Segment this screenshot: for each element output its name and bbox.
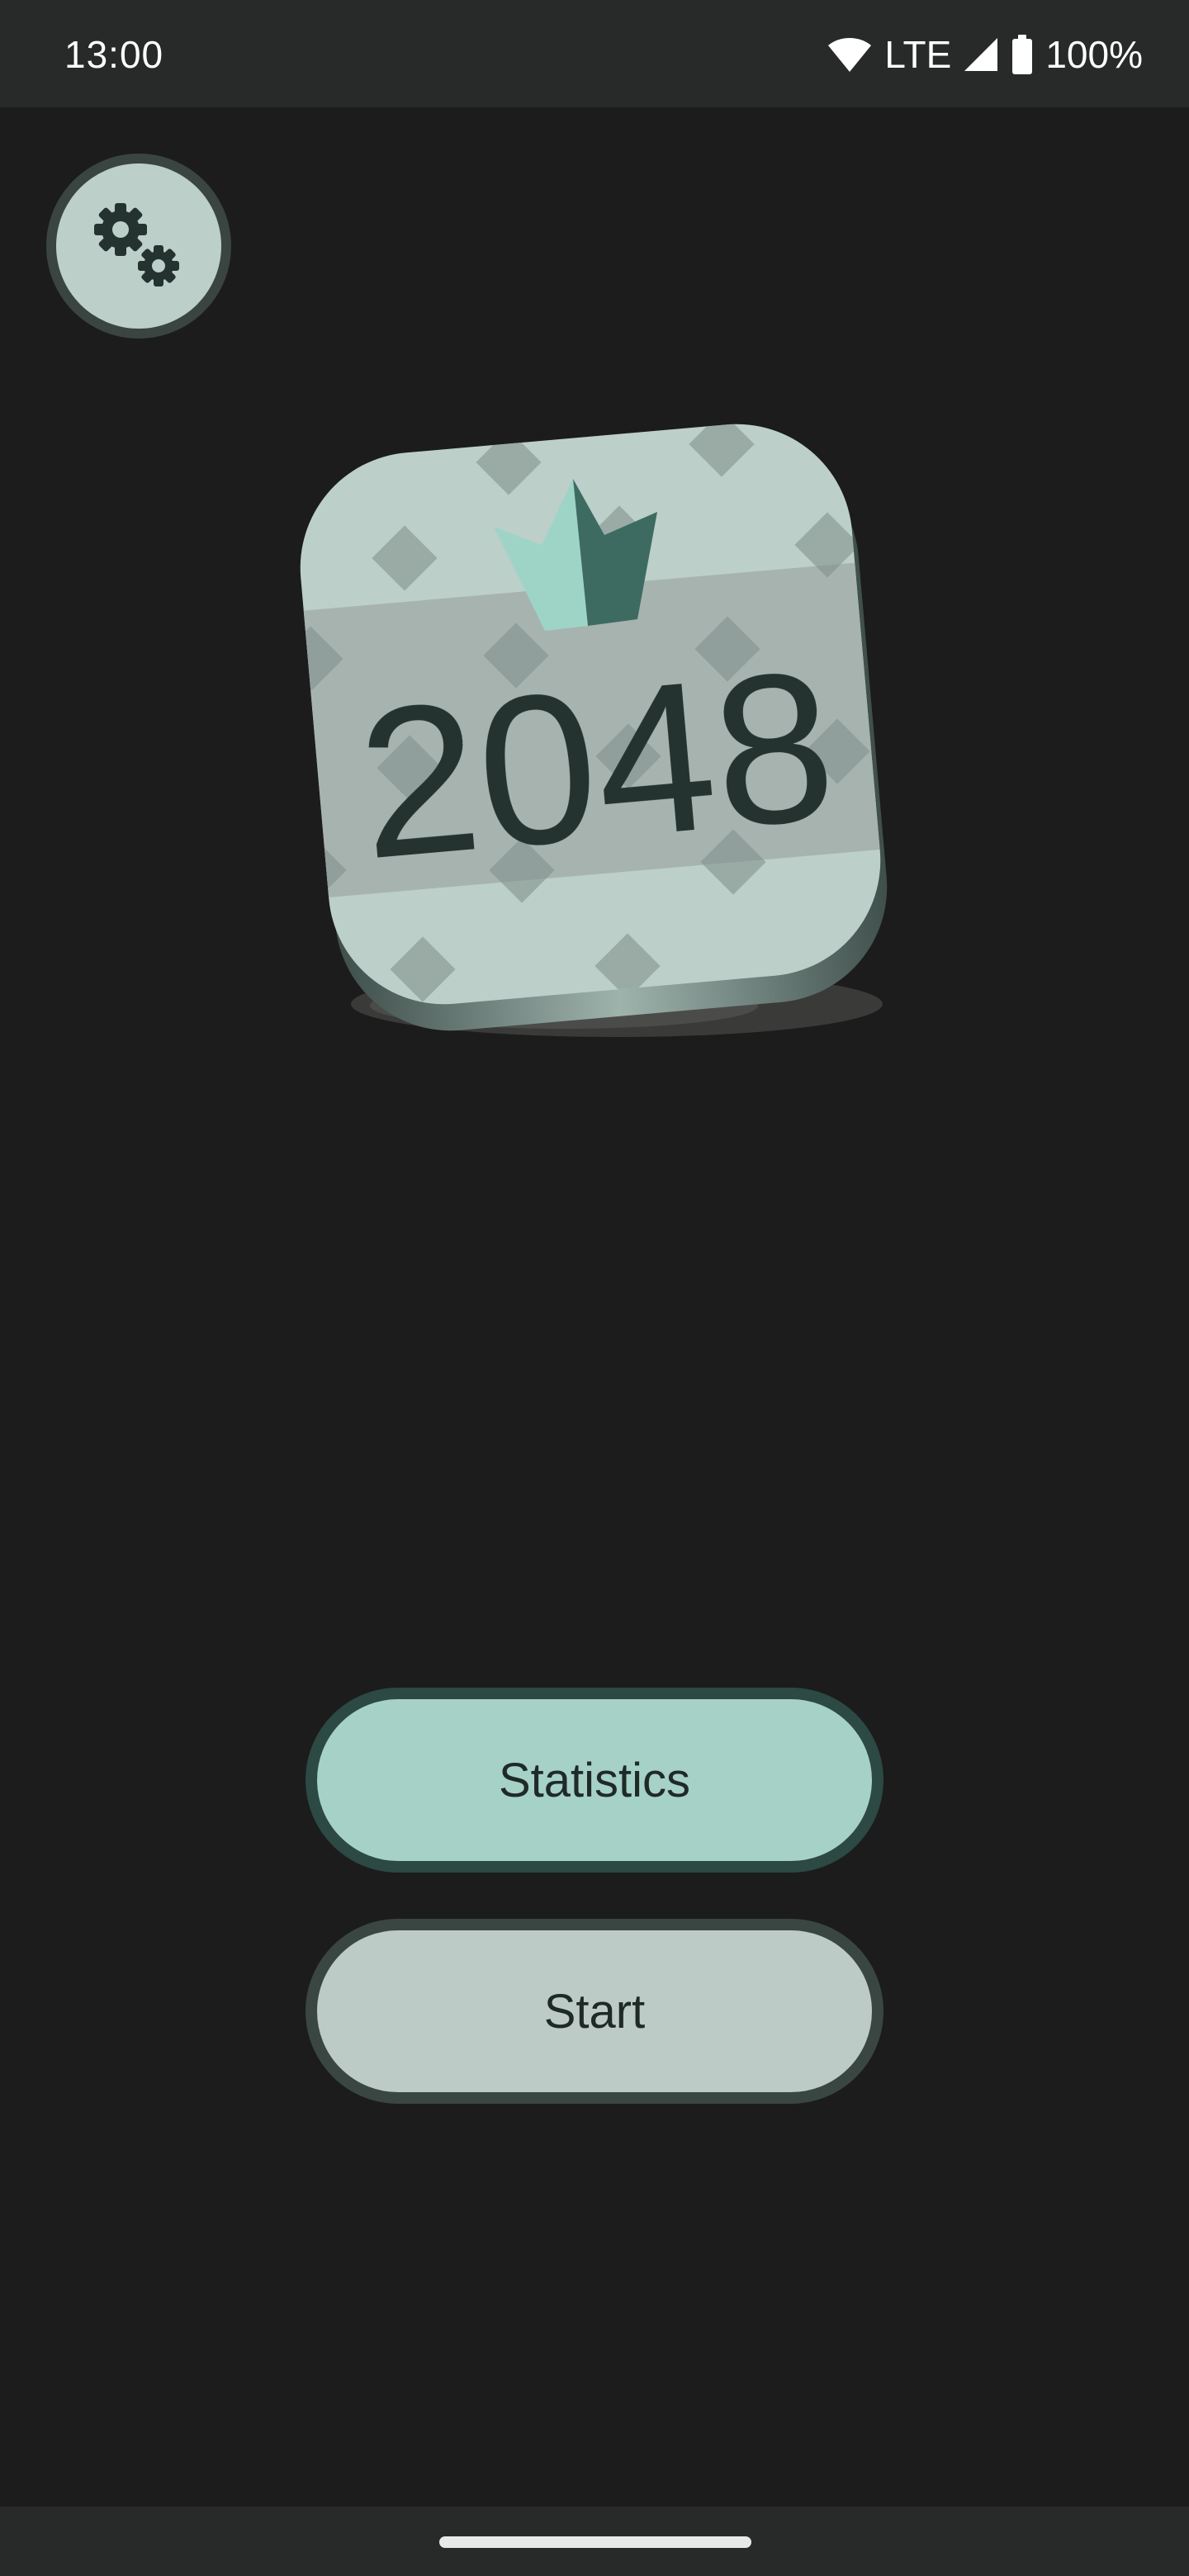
game-logo: 2048 <box>281 388 908 1065</box>
navigation-bar <box>0 2507 1189 2576</box>
settings-button[interactable] <box>46 154 231 339</box>
logo-text: 2048 <box>350 625 843 904</box>
network-type: LTE <box>884 33 952 76</box>
status-indicators: LTE 100% <box>827 30 1143 79</box>
statistics-button-label: Statistics <box>498 1753 691 1807</box>
app-screen: 13:00 LTE 100% 2048 Statistics Start <box>0 0 1189 2576</box>
status-bar: 13:00 LTE 100% <box>0 0 1189 107</box>
battery-level: 100% <box>1045 33 1143 76</box>
battery-icon <box>1011 35 1034 74</box>
start-button-label: Start <box>543 1984 646 2039</box>
wifi-icon <box>827 36 873 73</box>
status-time: 13:00 <box>64 33 164 76</box>
start-button[interactable]: Start <box>306 1919 883 2104</box>
signal-icon <box>963 36 999 73</box>
settings-button-face <box>56 163 221 329</box>
statistics-button[interactable]: Statistics <box>306 1688 883 1873</box>
gears-icon <box>89 195 188 298</box>
home-gesture-handle[interactable] <box>439 2536 751 2548</box>
